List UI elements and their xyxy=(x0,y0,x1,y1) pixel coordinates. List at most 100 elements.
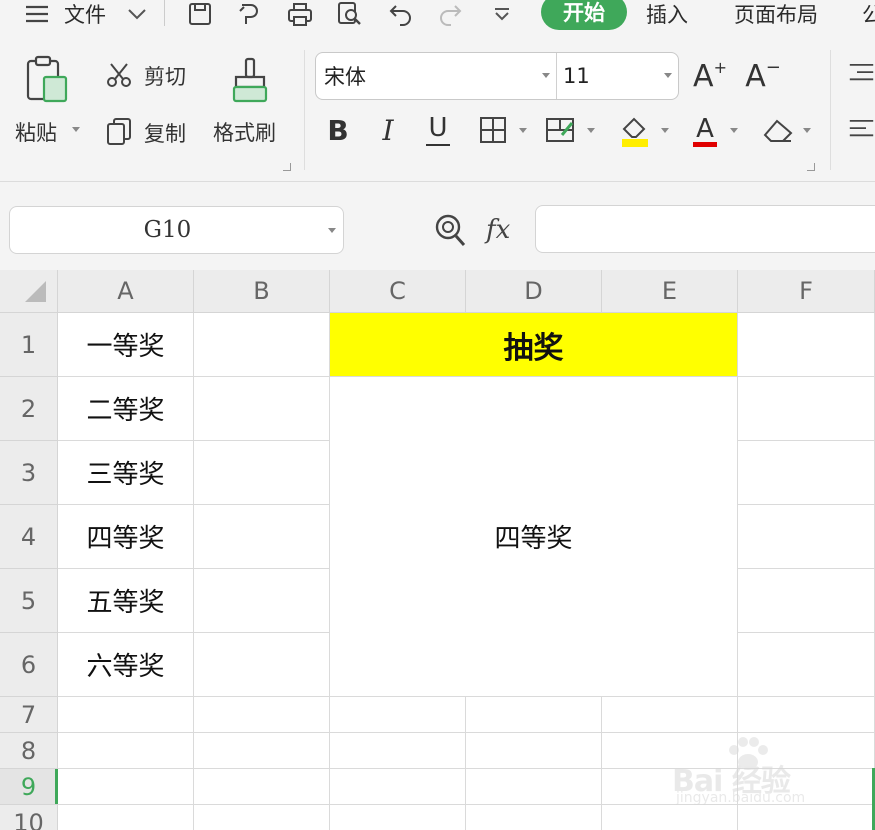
clipboard-group-launcher[interactable] xyxy=(283,163,291,171)
column-header-c[interactable]: C xyxy=(330,270,466,313)
cell-a6[interactable]: 六等奖 xyxy=(58,633,194,697)
highlight-color-icon[interactable] xyxy=(617,110,653,150)
font-name-dropdown-arrow[interactable] xyxy=(542,73,550,78)
cell-e9[interactable] xyxy=(602,769,738,805)
borders-dropdown-arrow[interactable] xyxy=(519,128,527,133)
cell-d7[interactable] xyxy=(466,697,602,733)
cell-c10[interactable] xyxy=(330,805,466,830)
underline-button[interactable]: U xyxy=(422,110,454,148)
cell-d8[interactable] xyxy=(466,733,602,769)
row-header-3[interactable]: 3 xyxy=(0,441,58,505)
print-icon[interactable] xyxy=(285,0,315,28)
row-header-8[interactable]: 8 xyxy=(0,733,58,769)
select-all-corner[interactable] xyxy=(0,270,58,313)
row-header-9[interactable]: 9 xyxy=(0,769,58,805)
cell-d10[interactable] xyxy=(466,805,602,830)
italic-button[interactable]: I xyxy=(373,112,403,148)
font-color-dropdown-arrow[interactable] xyxy=(730,128,738,133)
cell-b8[interactable] xyxy=(194,733,330,769)
font-group-launcher[interactable] xyxy=(807,163,815,171)
cut-button[interactable]: 剪切 xyxy=(144,61,186,91)
cell-b5[interactable] xyxy=(194,569,330,633)
font-name-input[interactable]: 宋体 xyxy=(324,53,366,99)
scissors-icon[interactable] xyxy=(104,60,134,90)
cell-e10[interactable] xyxy=(602,805,738,830)
row-header-6[interactable]: 6 xyxy=(0,633,58,697)
font-color-button[interactable]: A xyxy=(688,110,722,150)
highlight-dropdown-arrow[interactable] xyxy=(661,128,669,133)
copy-icon[interactable] xyxy=(104,115,134,147)
print-preview-icon[interactable] xyxy=(335,0,365,28)
bold-button[interactable]: B xyxy=(323,112,353,148)
cell-f3[interactable] xyxy=(738,441,875,505)
cell-a8[interactable] xyxy=(58,733,194,769)
borders-icon[interactable] xyxy=(476,112,510,148)
cell-b2[interactable] xyxy=(194,377,330,441)
chevron-down-icon[interactable] xyxy=(125,0,149,28)
export-icon[interactable] xyxy=(236,0,264,28)
cell-b1[interactable] xyxy=(194,313,330,377)
redo-icon[interactable] xyxy=(436,0,464,28)
column-header-d[interactable]: D xyxy=(466,270,602,313)
name-box-dropdown-arrow[interactable] xyxy=(328,228,336,233)
file-menu[interactable]: 文件 xyxy=(64,0,106,28)
cell-b9[interactable] xyxy=(194,769,330,805)
cell-b4[interactable] xyxy=(194,505,330,569)
tab-home[interactable]: 开始 xyxy=(541,0,627,30)
cell-a5[interactable]: 五等奖 xyxy=(58,569,194,633)
hamburger-menu-icon[interactable] xyxy=(22,0,52,28)
cell-f5[interactable] xyxy=(738,569,875,633)
cell-f9[interactable] xyxy=(738,769,875,805)
tab-page-layout[interactable]: 页面布局 xyxy=(734,0,818,28)
tab-insert[interactable]: 插入 xyxy=(646,0,688,28)
row-header-5[interactable]: 5 xyxy=(0,569,58,633)
cell-c2-result[interactable]: 四等奖 xyxy=(330,377,738,697)
cell-f4[interactable] xyxy=(738,505,875,569)
cell-a7[interactable] xyxy=(58,697,194,733)
cell-b3[interactable] xyxy=(194,441,330,505)
column-header-e[interactable]: E xyxy=(602,270,738,313)
cell-a1[interactable]: 一等奖 xyxy=(58,313,194,377)
customize-toolbar-icon[interactable] xyxy=(490,0,514,28)
font-size-dropdown-arrow[interactable] xyxy=(664,73,672,78)
format-painter-button[interactable]: 格式刷 xyxy=(213,117,276,147)
save-icon[interactable] xyxy=(186,0,214,28)
fill-format-dropdown-arrow[interactable] xyxy=(587,128,595,133)
cell-f7[interactable] xyxy=(738,697,875,733)
cell-a2[interactable]: 二等奖 xyxy=(58,377,194,441)
cell-c9[interactable] xyxy=(330,769,466,805)
format-painter-icon[interactable] xyxy=(226,56,274,106)
align-top-icon[interactable] xyxy=(848,56,875,90)
cell-b7[interactable] xyxy=(194,697,330,733)
cell-c8[interactable] xyxy=(330,733,466,769)
cell-d9[interactable] xyxy=(466,769,602,805)
align-left-icon[interactable] xyxy=(848,112,875,146)
row-header-7[interactable]: 7 xyxy=(0,697,58,733)
cell-c7[interactable] xyxy=(330,697,466,733)
row-header-1[interactable]: 1 xyxy=(0,313,58,377)
paste-button[interactable]: 粘贴 xyxy=(15,117,57,147)
clear-dropdown-arrow[interactable] xyxy=(803,128,811,133)
cell-a4[interactable]: 四等奖 xyxy=(58,505,194,569)
paste-icon[interactable] xyxy=(22,54,72,106)
cell-c1-title[interactable]: 抽奖 xyxy=(330,313,738,377)
formula-input[interactable] xyxy=(535,205,875,253)
paste-dropdown-arrow[interactable] xyxy=(72,127,80,132)
copy-button[interactable]: 复制 xyxy=(144,118,186,148)
cell-e8[interactable] xyxy=(602,733,738,769)
cell-f8[interactable] xyxy=(738,733,875,769)
eraser-icon[interactable] xyxy=(760,112,796,148)
cell-e7[interactable] xyxy=(602,697,738,733)
row-header-2[interactable]: 2 xyxy=(0,377,58,441)
decrease-font-size-button[interactable]: A − xyxy=(745,56,781,96)
cell-f10[interactable] xyxy=(738,805,875,830)
tab-formulas[interactable]: 公 xyxy=(862,0,875,28)
cell-f2[interactable] xyxy=(738,377,875,441)
name-box[interactable]: G10 xyxy=(9,206,344,254)
fill-format-icon[interactable] xyxy=(543,112,579,148)
cell-f1[interactable] xyxy=(738,313,875,377)
cell-a9[interactable] xyxy=(58,769,194,805)
cell-b6[interactable] xyxy=(194,633,330,697)
cell-a10[interactable] xyxy=(58,805,194,830)
zoom-search-icon[interactable] xyxy=(432,208,470,252)
